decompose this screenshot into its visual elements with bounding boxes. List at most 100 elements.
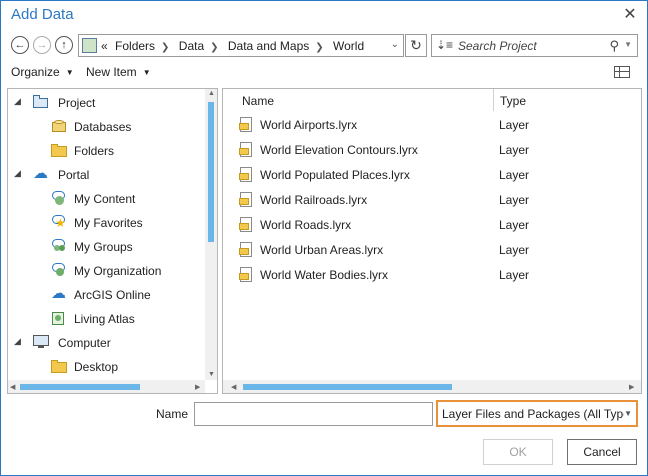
tree-item[interactable]: Databases bbox=[8, 116, 204, 138]
breadcrumb-item-folders[interactable]: Folders bbox=[115, 39, 155, 53]
file-row[interactable]: World Roads.lyrx Layer bbox=[223, 213, 629, 237]
file-type-filter[interactable]: Layer Files and Packages (All Types) ▼ bbox=[436, 400, 638, 427]
scroll-up-icon[interactable]: ▲ bbox=[208, 90, 215, 97]
computer-icon bbox=[33, 335, 49, 350]
name-field[interactable] bbox=[194, 402, 433, 426]
expand-arrow-icon[interactable]: ◢ bbox=[14, 168, 21, 179]
organize-menu[interactable]: Organize ▼ bbox=[11, 65, 74, 79]
file-row[interactable]: World Elevation Contours.lyrx Layer bbox=[223, 138, 629, 162]
tree-item[interactable]: ◢ Computer bbox=[8, 332, 204, 354]
refresh-icon[interactable]: ↻ bbox=[405, 34, 427, 57]
tree-item[interactable]: ★ My Favorites bbox=[8, 212, 204, 234]
chevron-down-icon: ▼ bbox=[624, 409, 632, 418]
tree-vertical-thumb[interactable] bbox=[208, 102, 214, 242]
column-header-name[interactable]: Name bbox=[242, 94, 274, 108]
breadcrumb-item-data[interactable]: Data bbox=[179, 39, 204, 53]
scroll-right-icon[interactable]: ▶ bbox=[195, 383, 200, 391]
tree-item-label: My Favorites bbox=[74, 216, 143, 230]
tree-horizontal-thumb[interactable] bbox=[20, 384, 140, 390]
tree-item-label: My Groups bbox=[74, 240, 133, 254]
tree-item-label: My Content bbox=[74, 192, 136, 206]
scroll-down-icon[interactable]: ▼ bbox=[208, 371, 215, 378]
view-toggle-icon[interactable] bbox=[614, 66, 630, 78]
breadcrumb[interactable]: « Folders ❯ Data ❯ Data and Maps ❯ World ⌄ bbox=[78, 34, 404, 57]
organize-label: Organize bbox=[11, 65, 60, 79]
layer-file-icon bbox=[239, 242, 253, 258]
forward-icon[interactable]: → bbox=[33, 36, 51, 54]
file-name: World Water Bodies.lyrx bbox=[260, 268, 389, 282]
file-type: Layer bbox=[499, 143, 530, 157]
user-icon bbox=[51, 191, 67, 206]
tree-item[interactable]: Folders bbox=[8, 140, 204, 162]
column-header-type[interactable]: Type bbox=[500, 94, 526, 108]
chevron-down-icon[interactable]: ▼ bbox=[624, 40, 632, 49]
expand-arrow-icon[interactable]: ◢ bbox=[14, 336, 21, 347]
title-bar: Add Data ✕ bbox=[1, 1, 647, 31]
cloud-icon: ☁ bbox=[33, 165, 48, 182]
group-icon bbox=[51, 239, 67, 254]
file-name: World Urban Areas.lyrx bbox=[260, 243, 384, 257]
breadcrumb-overflow[interactable]: « bbox=[101, 39, 108, 53]
organization-icon bbox=[51, 263, 67, 278]
tree-item-label: ArcGIS Online bbox=[74, 288, 151, 302]
file-type-filter-value: Layer Files and Packages (All Types) bbox=[442, 407, 624, 421]
scroll-left-icon[interactable]: ◀ bbox=[10, 383, 15, 391]
tree-item[interactable]: Desktop bbox=[8, 356, 204, 378]
up-icon[interactable]: ↑ bbox=[55, 36, 73, 54]
tree-item-label: Portal bbox=[58, 168, 90, 182]
file-row[interactable]: World Railroads.lyrx Layer bbox=[223, 188, 629, 212]
ok-button[interactable]: OK bbox=[483, 439, 553, 465]
tree-item[interactable]: ◢ ☁ Portal bbox=[8, 164, 204, 186]
databases-icon bbox=[51, 119, 67, 134]
cloud-icon: ☁ bbox=[51, 285, 66, 302]
file-name: World Roads.lyrx bbox=[260, 218, 352, 232]
tree-vertical-scrollbar[interactable]: ▲ ▼ bbox=[205, 89, 217, 380]
tree-item-label: My Organization bbox=[74, 264, 162, 278]
layer-file-icon bbox=[239, 117, 253, 133]
layer-file-icon bbox=[239, 217, 253, 233]
layer-file-icon bbox=[239, 267, 253, 283]
back-icon[interactable]: ← bbox=[11, 36, 29, 54]
file-row[interactable]: World Airports.lyrx Layer bbox=[223, 113, 629, 137]
search-icon[interactable]: ⚲ bbox=[609, 38, 619, 54]
tree-item[interactable]: My Content bbox=[8, 188, 204, 210]
tree-item[interactable]: My Groups bbox=[8, 236, 204, 258]
search-box[interactable]: ⇣≡ Search Project ⚲ ▼ bbox=[431, 34, 638, 57]
breadcrumb-path: « Folders ❯ Data ❯ Data and Maps ❯ World bbox=[101, 39, 368, 53]
list-horizontal-scrollbar[interactable]: ◀ ▶ bbox=[223, 380, 641, 393]
list-horizontal-thumb[interactable] bbox=[243, 384, 452, 390]
file-type: Layer bbox=[499, 168, 530, 182]
cancel-button[interactable]: Cancel bbox=[567, 439, 637, 465]
chevron-right-icon[interactable]: ❯ bbox=[210, 42, 218, 53]
list-vertical-scrollbar[interactable] bbox=[629, 89, 641, 380]
new-item-menu[interactable]: New Item ▼ bbox=[86, 65, 151, 79]
chevron-right-icon[interactable]: ❯ bbox=[315, 42, 323, 53]
add-data-dialog: Add Data ✕ ← → ↑ « Folders ❯ Data ❯ Data a… bbox=[0, 0, 648, 476]
scroll-left-icon[interactable]: ◀ bbox=[231, 383, 236, 391]
search-input[interactable]: Search Project bbox=[458, 39, 537, 53]
sort-icon[interactable]: ⇣≡ bbox=[436, 38, 453, 52]
chevron-down-icon[interactable]: ⌄ bbox=[391, 39, 399, 50]
tree-item[interactable]: ◢ Project bbox=[8, 92, 204, 114]
toolbar: Organize ▼ New Item ▼ bbox=[1, 63, 647, 83]
breadcrumb-item-world[interactable]: World bbox=[333, 39, 364, 53]
file-row[interactable]: World Populated Places.lyrx Layer bbox=[223, 163, 629, 187]
folder-icon bbox=[51, 359, 67, 374]
tree-item[interactable]: My Organization bbox=[8, 260, 204, 282]
chevron-right-icon[interactable]: ❯ bbox=[161, 42, 169, 53]
file-row[interactable]: World Water Bodies.lyrx Layer bbox=[223, 263, 629, 287]
file-row[interactable]: World Urban Areas.lyrx Layer bbox=[223, 238, 629, 262]
scroll-right-icon[interactable]: ▶ bbox=[629, 383, 634, 391]
file-name: World Elevation Contours.lyrx bbox=[260, 143, 418, 157]
tree-item-label: Project bbox=[58, 96, 96, 110]
file-type: Layer bbox=[499, 218, 530, 232]
file-name: World Populated Places.lyrx bbox=[260, 168, 410, 182]
breadcrumb-item-data-and-maps[interactable]: Data and Maps bbox=[228, 39, 309, 53]
tree-horizontal-scrollbar[interactable]: ◀ ▶ bbox=[8, 380, 205, 393]
expand-arrow-icon[interactable]: ◢ bbox=[14, 96, 21, 107]
close-icon[interactable]: ✕ bbox=[619, 5, 641, 25]
column-divider[interactable] bbox=[493, 89, 494, 111]
tree-item-label: Desktop bbox=[74, 360, 119, 374]
tree-item[interactable]: ☁ ArcGIS Online bbox=[8, 284, 204, 306]
tree-item[interactable]: Living Atlas bbox=[8, 308, 204, 330]
